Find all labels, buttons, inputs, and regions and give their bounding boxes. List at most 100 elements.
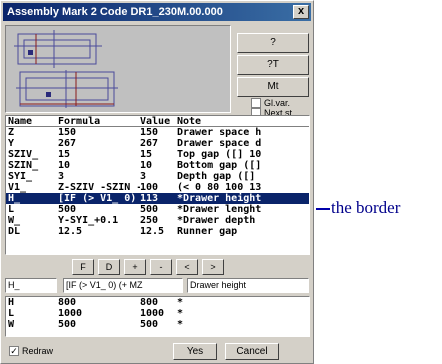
checkbox-checked[interactable]: ✓ [9,346,19,356]
cell-note: Drawer space h [177,127,262,138]
table-row[interactable]: L 500 500 *Drawer lenght [6,204,309,215]
table-row[interactable]: V1_ Z-SZIV -SZIN - 100 (< 0 80 100 13 [6,182,309,193]
formula-field[interactable]: [IF (> V1_ 0) (+ MZ [63,278,183,293]
cell-value: 15 [140,149,153,160]
cell-name: Y [8,138,15,149]
cell-value: 12.5 [140,226,165,237]
cell-formula: Y-SYI_+0.1 [58,215,119,226]
cell-formula: 12.5 [58,226,83,237]
cell-name: L [8,308,15,319]
cell-formula: 267 [58,138,77,149]
cell-name: V1_ [8,182,27,193]
cell-note: Bottom gap ([] [177,160,262,171]
table-row[interactable]: SYI_ 3 3 Depth gap ([] [6,171,309,182]
cell-note: * [177,308,184,319]
cell-value: 1000 [140,308,165,319]
cell-note: *Drawer lenght [177,204,262,215]
cell-formula: Z-SZIV -SZIN - [58,182,140,193]
checkbox-box[interactable] [251,98,261,108]
column-header: Value [140,116,171,126]
assembly-dialog: Assembly Mark 2 Code DR1_230M.00.000 x ?… [0,0,314,364]
cell-name: W_ [8,215,21,226]
previous-button[interactable]: < [176,259,198,275]
cancel-button[interactable]: Cancel [225,343,279,360]
cell-formula: 1000 [58,308,83,319]
cell-formula: 500 [58,204,77,215]
cell-name: W [8,319,15,330]
cell-formula: 3 [58,171,65,182]
drawing-preview-image [6,26,230,112]
global-var-checkbox[interactable]: Gl.var. [251,98,290,108]
cell-note: (< 0 80 100 13 [177,182,262,193]
table-row[interactable]: H 800 800 * [6,297,309,308]
table-row[interactable]: Y 267 267 Drawer space d [6,138,309,149]
cell-value: 250 [140,215,159,226]
cell-formula: [IF (> V1_ 0) [58,193,137,204]
column-header: Note [177,116,202,126]
cell-value: 10 [140,160,153,171]
variables-table[interactable]: Name Formula Value Note Z 150 150 Drawer… [5,115,310,255]
table-row[interactable]: L 1000 1000 * [6,308,309,319]
cell-name: H_ [8,193,21,204]
cell-note: *Drawer depth [177,215,256,226]
name-field[interactable]: H_ [5,278,57,293]
cell-formula: 500 [58,319,77,330]
checkbox-label: Gl.var. [264,98,291,108]
table-row[interactable]: W 500 500 * [6,319,309,330]
table-row[interactable]: DL 12.5 12.5 Runner gap [6,226,309,237]
checkbox-label: Redraw [22,346,54,356]
next-button[interactable]: > [202,259,224,275]
cell-value: 500 [140,319,159,330]
cell-formula: 800 [58,297,77,308]
drawing-preview [5,25,231,113]
cell-note: Drawer space d [177,138,262,149]
add-button[interactable]: + [124,259,146,275]
delete-button[interactable]: D [98,259,120,275]
column-header: Name [8,116,33,126]
cell-name: H [8,297,15,308]
cell-value: 100 [140,182,159,193]
cell-name: L [8,204,15,215]
tool-button-row: F D + - < > [72,259,224,275]
mt-button[interactable]: Mt [237,77,309,97]
cell-note: *Drawer height [177,193,262,204]
cell-formula: 15 [58,149,71,160]
cell-formula: 10 [58,160,71,171]
cell-value: 150 [140,127,159,138]
table-row[interactable]: SZIV_ 15 15 Top gap ([] 10 [6,149,309,160]
cell-name: DL [8,226,21,237]
cell-note: * [177,319,184,330]
annotation-line [316,208,330,210]
close-button[interactable]: x [293,5,309,19]
redraw-checkbox[interactable]: ✓ Redraw [9,346,53,356]
title-bar: Assembly Mark 2 Code DR1_230M.00.000 x [3,3,311,21]
cell-name: SZIV_ [8,149,39,160]
cell-name: Z [8,127,15,138]
values-table[interactable]: H 800 800 * L 1000 1000 * W 500 500 * [5,296,310,337]
cell-name: SZIN_ [8,160,39,171]
cell-value: 800 [140,297,159,308]
cell-value: 113 [140,193,159,204]
cell-value: 500 [140,204,159,215]
table-row-selected[interactable]: H_ [IF (> V1_ 0) 113 *Drawer height [6,193,309,204]
cell-value: 267 [140,138,159,149]
cell-note: Top gap ([] 10 [177,149,262,160]
remove-button[interactable]: - [150,259,172,275]
annotation-label: the border [331,198,401,217]
table-row[interactable]: Z 150 150 Drawer space h [6,127,309,138]
table-row[interactable]: W_ Y-SYI_+0.1 250 *Drawer depth [6,215,309,226]
help-table-button[interactable]: ?T [237,55,309,75]
cell-note: Depth gap ([] [177,171,256,182]
formula-button[interactable]: F [72,259,94,275]
help-button[interactable]: ? [237,33,309,53]
note-field[interactable]: Drawer height [187,278,309,293]
cell-note: * [177,297,184,308]
cell-formula: 150 [58,127,77,138]
cell-name: SYI_ [8,171,33,182]
window-title: Assembly Mark 2 Code DR1_230M.00.000 [7,6,223,18]
yes-button[interactable]: Yes [173,343,217,360]
table-row[interactable]: SZIN_ 10 10 Bottom gap ([] [6,160,309,171]
cell-value: 3 [140,171,147,182]
table-header: Name Formula Value Note [6,116,309,127]
cell-note: Runner gap [177,226,238,237]
